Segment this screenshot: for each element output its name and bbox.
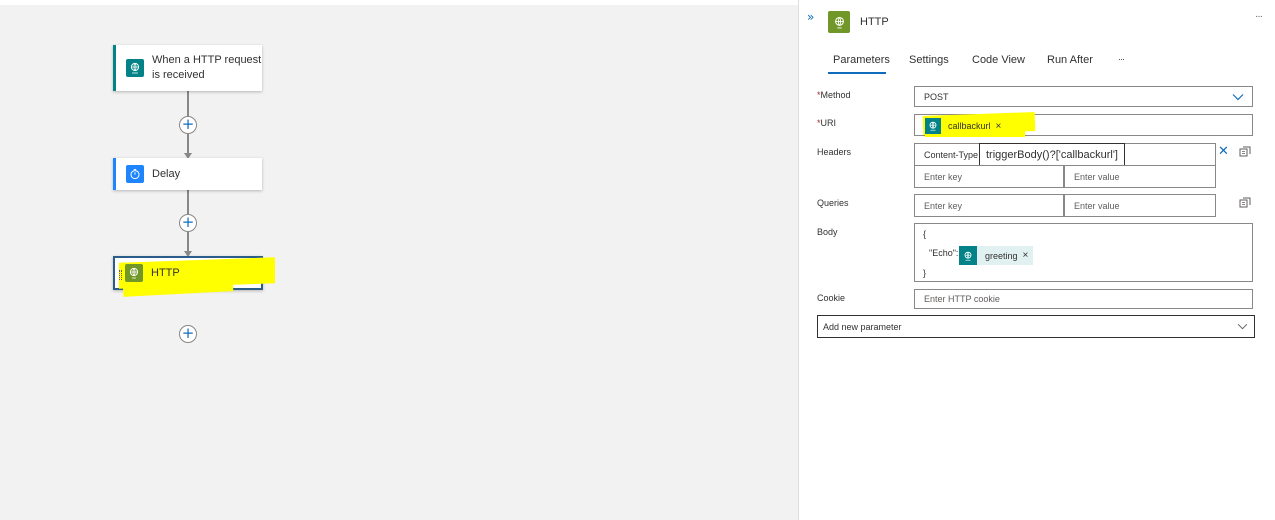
tabs-more-icon[interactable]: ··· (1118, 54, 1125, 64)
tab-run-after[interactable]: Run After (1047, 54, 1093, 66)
header-value-input-empty[interactable]: Enter value (1064, 165, 1216, 188)
tab-code-view[interactable]: Code View (972, 54, 1025, 66)
query-value-input[interactable]: Enter value (1064, 194, 1216, 217)
double-chevron-right-icon[interactable]: » (807, 10, 814, 24)
designer-canvas[interactable]: + + When a HTTP request is received Dela… (0, 5, 798, 520)
body-token-label: greeting (985, 250, 1018, 261)
body-key-text: "Echo": (929, 248, 959, 258)
app-root: + + When a HTTP request is received Dela… (0, 0, 1275, 520)
tab-settings[interactable]: Settings (909, 54, 949, 66)
add-step-button[interactable]: + (179, 325, 197, 343)
http-card[interactable]: HTTP (113, 256, 275, 297)
uri-token-chip[interactable]: callbackurl × (925, 118, 1001, 134)
headers-label: Headers (817, 147, 852, 157)
timer-icon (126, 165, 144, 183)
switch-to-text-mode-icon[interactable] (1239, 146, 1251, 158)
add-parameter-label: Add new parameter (823, 321, 902, 332)
cookie-input[interactable]: Enter HTTP cookie (914, 289, 1253, 309)
body-close-brace: } (923, 268, 927, 278)
header-key-input-empty[interactable]: Enter key (914, 165, 1064, 188)
drag-handle-icon[interactable] (119, 270, 122, 280)
trigger-card-label: When a HTTP request is received (152, 53, 261, 83)
http-request-trigger-icon (959, 246, 977, 265)
http-card-label: HTTP (151, 266, 180, 279)
http-globe-icon (125, 264, 143, 282)
switch-to-text-mode-icon[interactable] (1239, 197, 1251, 209)
trigger-card[interactable]: When a HTTP request is received (113, 45, 262, 91)
insert-step-button[interactable]: + (179, 214, 197, 232)
insert-step-button[interactable]: + (179, 116, 197, 134)
body-label: Body (817, 227, 838, 237)
query-key-input[interactable]: Enter key (914, 194, 1064, 217)
plus-icon: + (181, 115, 195, 133)
chevron-down-icon (1232, 94, 1244, 101)
queries-label: Queries (817, 198, 849, 208)
panel-title[interactable]: HTTP (860, 16, 889, 28)
uri-token-label: callbackurl (948, 121, 991, 131)
method-value: POST (924, 91, 949, 102)
remove-token-icon[interactable]: × (1023, 250, 1029, 261)
method-dropdown[interactable]: POST (914, 86, 1253, 107)
tab-parameters[interactable]: Parameters (833, 54, 890, 66)
cookie-label: Cookie (817, 293, 846, 303)
remove-token-icon[interactable]: × (996, 121, 1002, 132)
connector-line (187, 232, 189, 252)
plus-icon: + (181, 324, 195, 342)
http-globe-icon (828, 11, 850, 33)
delay-card[interactable]: Delay (113, 158, 262, 190)
expression-tooltip: triggerBody()?['callbackurl'] (979, 143, 1125, 166)
ellipsis-icon[interactable]: ··· (1255, 11, 1263, 22)
delay-card-label: Delay (152, 167, 181, 180)
body-token-chip[interactable]: greeting × (959, 246, 1034, 265)
trigger-label-line1: When a HTTP request (152, 54, 262, 66)
add-new-parameter-dropdown[interactable]: Add new parameter (817, 315, 1255, 338)
chevron-down-icon (1237, 323, 1248, 330)
close-icon[interactable]: ✕ (1218, 144, 1229, 159)
selected-tab-indicator (828, 72, 886, 74)
http-request-trigger-icon (925, 118, 941, 134)
http-request-trigger-icon (126, 59, 144, 77)
method-label: *Method (817, 90, 851, 100)
body-open-brace: { (923, 229, 927, 239)
plus-icon: + (181, 213, 195, 231)
connector-line (187, 190, 189, 214)
uri-label: *URI (817, 118, 837, 128)
connector-line (187, 134, 189, 154)
trigger-label-line2: is received (152, 69, 205, 81)
action-details-panel: » HTTP ··· Parameters Settings Code View… (798, 0, 1275, 520)
